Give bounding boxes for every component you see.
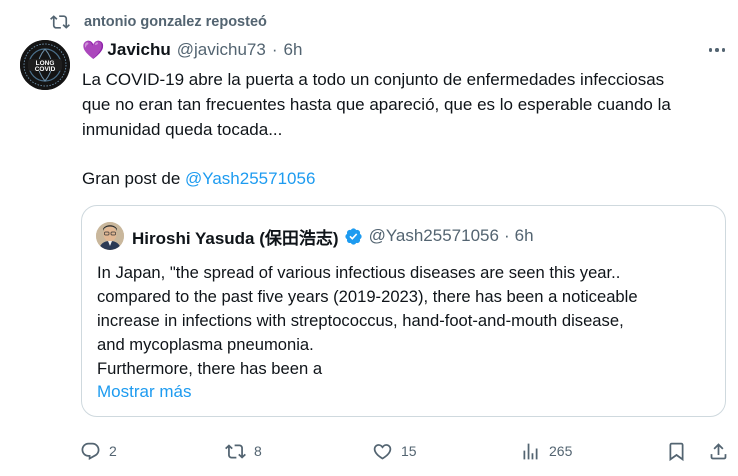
repost-label: antonio gonzalez reposteó [84,14,267,30]
quote-text-line: increase in infections with streptococcu… [97,311,624,330]
quote-time[interactable]: 6h [515,226,534,246]
quote-text-line: and mycoplasma pneumonia. [97,335,314,354]
repost-icon [50,15,70,29]
author-name[interactable]: Javichu [107,40,170,60]
action-bar: 2 8 15 265 [80,436,730,466]
more-dot-icon [715,48,719,52]
post-text: La COVID-19 abre la puerta a todo un con… [82,67,722,142]
quote-text-line: Furthermore, there has been a [97,359,323,378]
post-time[interactable]: 6h [284,40,303,60]
quote-author-name[interactable]: Hiroshi Yasuda (保田浩志) [132,224,339,249]
reply-icon [81,442,100,460]
post-text-line: que no eran tan frecuentes hasta que apa… [82,95,671,114]
reply-count: 2 [109,443,117,459]
more-dot-icon [721,48,726,52]
long-covid-logo: LONG COVID [20,40,70,90]
purple-heart-emoji: 💜 [82,39,105,60]
post-header: 💜 Javichu @javichu73 · 6h [82,38,302,62]
repost-button[interactable]: 8 [225,436,262,466]
more-dot-icon [708,48,713,52]
quote-avatar[interactable] [96,222,124,250]
avatar[interactable]: LONG COVID [20,40,70,90]
post-text-line: La COVID-19 abre la puerta a todo un con… [82,70,665,89]
quote-text-line: In Japan, "the spread of various infecti… [97,263,621,282]
bookmark-icon [669,442,684,461]
quote-separator: · [503,226,510,245]
share-icon [710,442,727,459]
bookmark-button[interactable] [666,436,687,466]
heart-icon [373,443,392,460]
views-button[interactable]: 265 [520,436,572,466]
mention-link[interactable]: @Yash25571056 [185,169,315,188]
person-photo [96,222,124,250]
post-credit-line: Gran post de @Yash25571056 [82,166,315,191]
header-separator: · [271,40,278,59]
author-handle[interactable]: @javichu73 [177,40,266,60]
avatar-text-bottom: COVID [35,66,56,73]
more-options-button[interactable] [706,40,728,60]
verified-badge-icon [344,227,362,245]
quoted-post[interactable]: Hiroshi Yasuda (保田浩志) @Yash25571056 · 6h… [81,205,726,417]
share-button[interactable] [708,436,729,466]
repost-icon [225,443,246,459]
views-chart-icon [523,443,538,459]
quote-text: In Japan, "the spread of various infecti… [97,261,717,381]
quote-header: Hiroshi Yasuda (保田浩志) @Yash25571056 · 6h [132,224,534,248]
like-button[interactable]: 15 [372,436,417,466]
repost-count: 8 [254,443,262,459]
credit-prefix: Gran post de [82,169,186,188]
show-more-link[interactable]: Mostrar más [97,382,191,402]
repost-indicator[interactable]: antonio gonzalez reposteó [50,10,267,34]
quote-text-line: compared to the past five years (2019-20… [97,287,638,306]
views-count: 265 [549,443,573,459]
quote-handle[interactable]: @Yash25571056 [369,226,499,246]
like-count: 15 [401,443,417,459]
post-text-line: inmunidad queda tocada... [82,120,283,139]
reply-button[interactable]: 2 [80,436,117,466]
